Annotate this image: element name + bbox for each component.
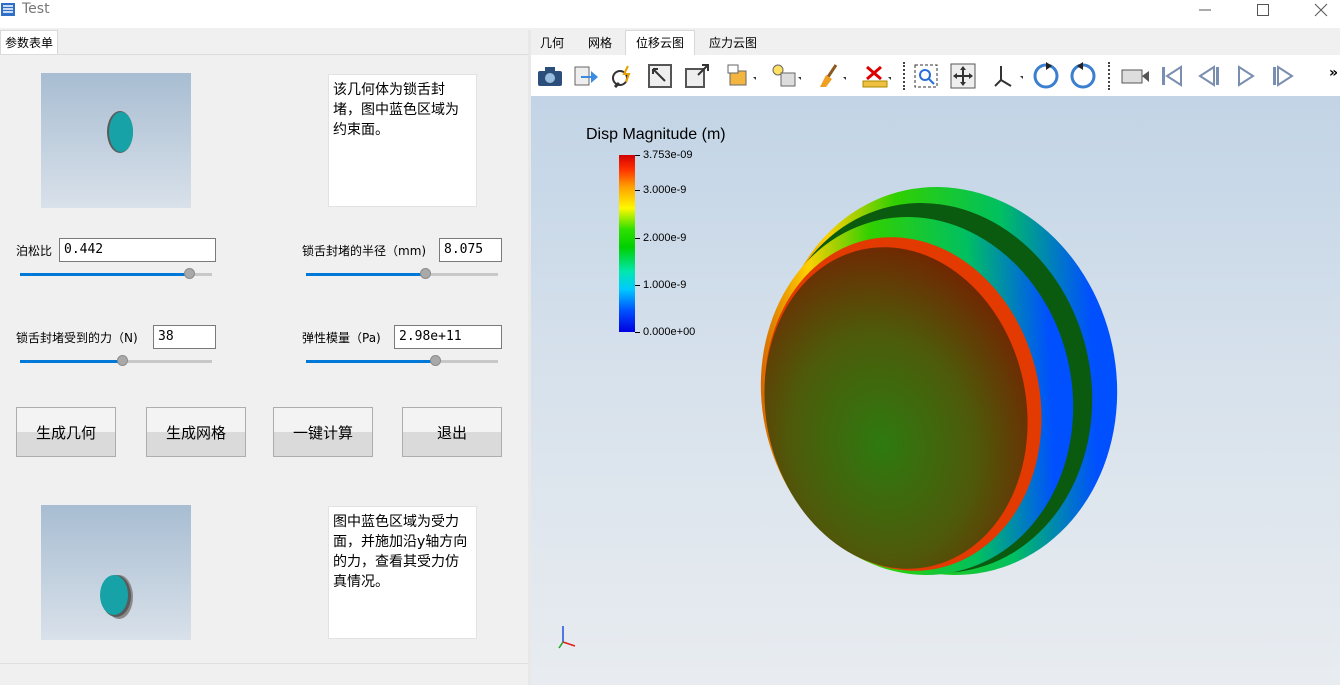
toolbar-separator [1108,62,1110,90]
app-logo-icon [0,1,16,18]
poisson-input[interactable]: 0.442 [59,238,216,262]
left-tab-bar: 参数表单 [0,30,528,55]
modulus-input[interactable]: 2.98e+11 [394,325,502,349]
pan-icon[interactable] [948,61,978,91]
force-slider-handle[interactable] [116,355,128,366]
generate-geometry-button[interactable]: 生成几何 [16,407,116,457]
radius-label: 锁舌封堵的半径（mm) [302,244,427,258]
window-title: Test [22,1,50,17]
modulus-slider-handle[interactable] [429,355,441,366]
poisson-slider-handle[interactable] [183,268,195,279]
modulus-label: 弹性模量（Pa) [302,331,381,345]
rotate-cw-icon[interactable] [1031,61,1061,91]
view-toolbar: » [531,55,1340,96]
video-camera-icon[interactable] [1120,61,1150,91]
toolbar-overflow-icon[interactable]: » [1329,65,1338,81]
close-button[interactable] [1298,0,1340,26]
toolbar-separator [903,62,905,90]
exit-button[interactable]: 退出 [402,407,502,457]
tab-parameter-form[interactable]: 参数表单 [0,30,58,55]
modulus-slider[interactable] [306,355,498,367]
panel-divider [0,663,528,664]
last-frame-icon[interactable] [1268,61,1298,91]
rotate-ccw-icon[interactable] [1068,61,1098,91]
compute-button[interactable]: 一键计算 [273,407,373,457]
representation-icon[interactable] [726,61,756,91]
box-view-icon[interactable] [682,61,712,91]
export-icon[interactable] [571,61,601,91]
displacement-model [760,187,1118,575]
geometry-preview-image [41,73,191,208]
light-icon[interactable] [771,61,801,91]
generate-mesh-button[interactable]: 生成网格 [146,407,246,457]
brush-icon[interactable] [816,61,846,91]
tab-geometry[interactable]: 几何 [531,32,573,55]
tab-mesh[interactable]: 网格 [579,32,621,55]
camera-icon[interactable] [535,61,565,91]
tab-stress[interactable]: 应力云图 [699,32,767,55]
radius-slider[interactable] [306,268,498,280]
maximize-button[interactable] [1240,0,1286,26]
geometry-description: 该几何体为锁舌封堵，图中蓝色区域为约束面。 [328,74,477,207]
force-slider[interactable] [20,355,212,367]
play-icon[interactable] [1231,61,1261,91]
poisson-slider[interactable] [20,268,212,280]
orientation-axes-icon [558,626,576,649]
minimize-button[interactable] [1182,0,1228,26]
fit-view-icon[interactable] [645,61,675,91]
radius-slider-handle[interactable] [420,268,432,279]
force-input[interactable]: 38 [153,325,216,349]
first-frame-icon[interactable] [1157,61,1187,91]
view-tab-bar: 几何 网格 位移云图 应力云图 [531,30,1340,55]
tab-displacement[interactable]: 位移云图 [625,30,695,55]
axes-orientation-icon[interactable] [993,61,1023,91]
parameter-panel: 该几何体为锁舌封堵，图中蓝色区域为约束面。 泊松比 0.442 锁舌封堵的半径（… [0,54,528,685]
pick-icon[interactable] [608,61,638,91]
load-preview-image [41,505,191,640]
prev-frame-icon[interactable] [1194,61,1224,91]
ruler-icon[interactable] [861,61,891,91]
radius-input[interactable]: 8.075 [439,238,502,262]
zoom-box-icon[interactable] [911,61,941,91]
load-description: 图中蓝色区域为受力面，并施加沿y轴方向的力，查看其受力仿真情况。 [328,506,477,639]
title-bar: Test [0,0,1340,28]
render-viewport[interactable]: Disp Magnitude (m) 3.753e-09 3.000e-9 2.… [531,96,1340,685]
force-label: 锁舌封堵受到的力（N) [16,331,138,345]
poisson-label: 泊松比 [16,244,53,258]
